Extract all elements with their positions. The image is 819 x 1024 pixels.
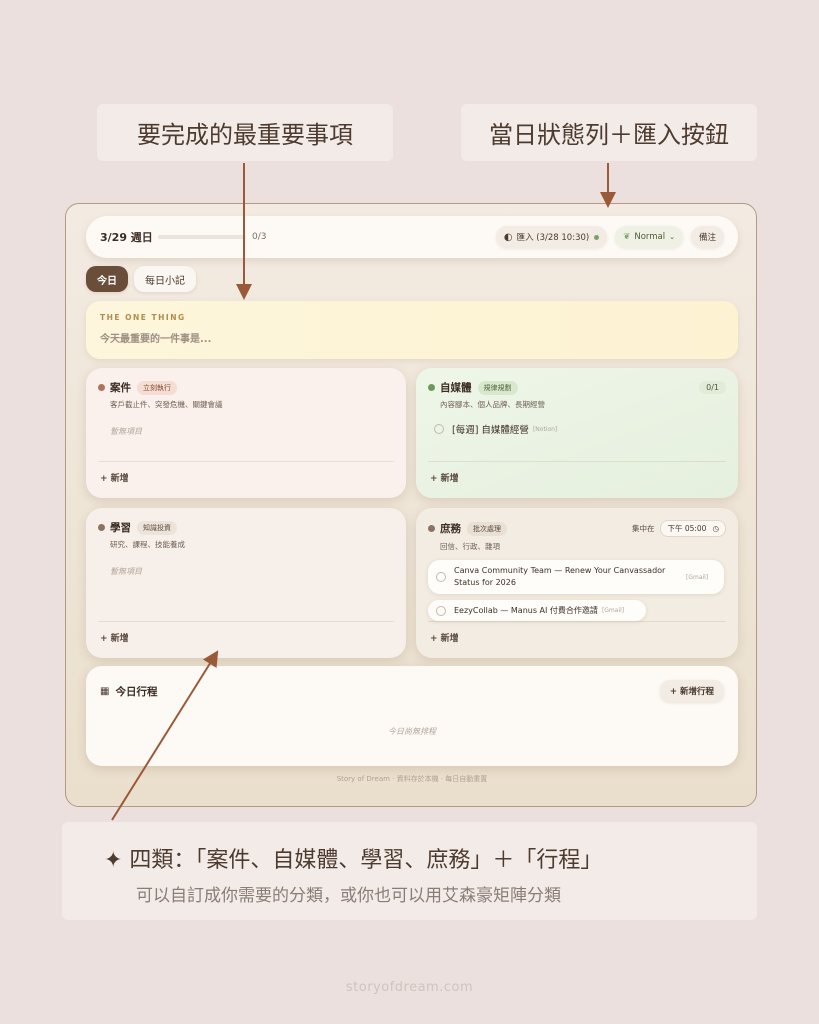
bottom-headline: ✦ 四類：「案件、自媒體、學習、庶務」＋「行程」	[104, 848, 603, 873]
cases-dot	[98, 384, 105, 391]
media-title: 自媒體	[440, 382, 472, 394]
divider	[428, 621, 726, 622]
callout-status-bar: 當日狀態列＋匯入按鈕	[461, 104, 757, 161]
media-add-button[interactable]: + 新增	[430, 471, 459, 484]
progress-bar	[158, 235, 246, 239]
schedule-empty: 今日尚無排程	[388, 727, 436, 736]
mail-item[interactable]: Canva Community Team — Renew Your Canvas…	[428, 560, 724, 594]
divider	[428, 461, 726, 462]
add-schedule-button[interactable]: + 新增行程	[659, 680, 724, 702]
media-task-text: [每週] 自媒體經營	[452, 425, 529, 436]
study-subtitle: 研究、課程、技能養成	[110, 540, 185, 549]
schedule-panel: ▦ 今日行程 + 新增行程 今日尚無排程	[86, 666, 738, 766]
bottom-callout: ✦ 四類：「案件、自媒體、學習、庶務」＋「行程」 可以自訂成你需要的分類，或你也…	[62, 822, 757, 920]
task-checkbox[interactable]	[436, 572, 446, 582]
card-study: 學習 知識投資 研究、課程、技能養成 暫無項目 + 新增	[86, 508, 406, 658]
admin-focus-time[interactable]: 下午 05:00 ◷	[660, 520, 726, 537]
calendar-icon: ▦	[100, 685, 110, 697]
site-watermark: storyofdream.com	[345, 980, 474, 995]
app-window: 3/29 週日 0/3 ◐ 匯入 (3/28 10:30) ❦ Normal ⌄…	[65, 203, 757, 807]
cases-empty: 暫無項目	[110, 427, 142, 436]
one-thing-input[interactable]: 今天最重要的一件事是...	[100, 330, 724, 345]
cases-add-button[interactable]: + 新增	[100, 471, 129, 484]
divider	[98, 621, 394, 622]
study-dot	[98, 524, 105, 531]
admin-subtitle: 回信、行政、雜項	[440, 542, 500, 551]
admin-focus-label: 集中在	[631, 524, 655, 533]
cases-subtitle: 客戶截止件、突發危機、關鍵會議	[110, 400, 223, 409]
card-admin: 庶務 批次處理 集中在 下午 05:00 ◷ 回信、行政、雜項 Canva Co…	[416, 508, 738, 658]
media-subtitle: 內容腳本、個人品牌、長期經營	[440, 400, 545, 409]
media-count: 0/1	[699, 381, 726, 394]
task-checkbox[interactable]	[434, 424, 444, 434]
import-label: 匯入 (3/28 10:30)	[516, 233, 590, 243]
notes-label: 備注	[698, 233, 716, 243]
task-checkbox[interactable]	[436, 605, 446, 616]
cases-tag: 立刻執行	[137, 380, 177, 395]
footer-text: Story of Dream · 資料存於本機 · 每日自動重置	[336, 775, 488, 783]
divider	[98, 461, 394, 462]
callout-most-important: 要完成的最重要事項	[97, 104, 393, 161]
admin-focus-time-text: 下午 05:00	[667, 524, 707, 533]
mail-text: Canva Community Team — Renew Your Canvas…	[454, 566, 666, 587]
clock-icon: ◷	[712, 524, 719, 533]
admin-add-button[interactable]: + 新增	[430, 631, 459, 644]
refresh-icon: ◐	[503, 231, 513, 243]
one-thing-label: THE ONE THING	[100, 313, 186, 322]
media-task[interactable]: [每週] 自媒體經營 [Notion]	[434, 422, 726, 436]
notes-button[interactable]: 備注	[690, 226, 724, 248]
mail-text: EezyCollab — Manus AI 付費合作邀請	[454, 606, 598, 615]
tab-daily-notes[interactable]: 每日小記	[134, 266, 196, 292]
import-button[interactable]: ◐ 匯入 (3/28 10:30)	[495, 226, 608, 248]
mail-source: [Gmail]	[686, 573, 709, 581]
study-empty: 暫無項目	[110, 567, 142, 576]
admin-dot	[428, 525, 435, 532]
tab-today[interactable]: 今日	[86, 266, 128, 292]
status-bar: 3/29 週日 0/3 ◐ 匯入 (3/28 10:30) ❦ Normal ⌄…	[86, 216, 738, 258]
admin-title: 庶務	[440, 523, 461, 535]
mode-dropdown[interactable]: ❦ Normal ⌄	[615, 226, 683, 248]
cases-title: 案件	[110, 382, 131, 394]
tab-bar: 今日 每日小記	[86, 266, 202, 292]
bottom-subline: 可以自訂成你需要的分類，或你也可以用艾森豪矩陣分類	[136, 886, 561, 906]
study-title: 學習	[110, 522, 131, 534]
media-task-source: [Notion]	[532, 425, 558, 433]
leaf-icon: ❦	[623, 232, 631, 242]
card-cases: 案件 立刻執行 客戶截止件、突發危機、關鍵會議 暫無項目 + 新增	[86, 368, 406, 498]
media-tag: 規律規劃	[477, 380, 518, 395]
date-label: 3/29 週日	[100, 231, 153, 244]
sync-status-dot	[594, 234, 600, 240]
study-tag: 知識投資	[137, 520, 177, 535]
media-dot	[428, 384, 435, 391]
admin-tag: 批次處理	[467, 521, 507, 536]
mode-label: Normal	[634, 232, 666, 242]
schedule-title: 今日行程	[115, 685, 158, 698]
one-thing-panel[interactable]: THE ONE THING 今天最重要的一件事是...	[86, 301, 738, 359]
progress-text: 0/3	[252, 232, 267, 242]
card-media: 自媒體 規律規劃 0/1 內容腳本、個人品牌、長期經營 [每週] 自媒體經營 […	[416, 368, 738, 498]
mail-source: [Gmail]	[601, 607, 625, 614]
mail-item[interactable]: EezyCollab — Manus AI 付費合作邀請 [Gmail]	[428, 600, 646, 621]
study-add-button[interactable]: + 新增	[100, 631, 129, 644]
chevron-down-icon: ⌄	[669, 233, 675, 241]
